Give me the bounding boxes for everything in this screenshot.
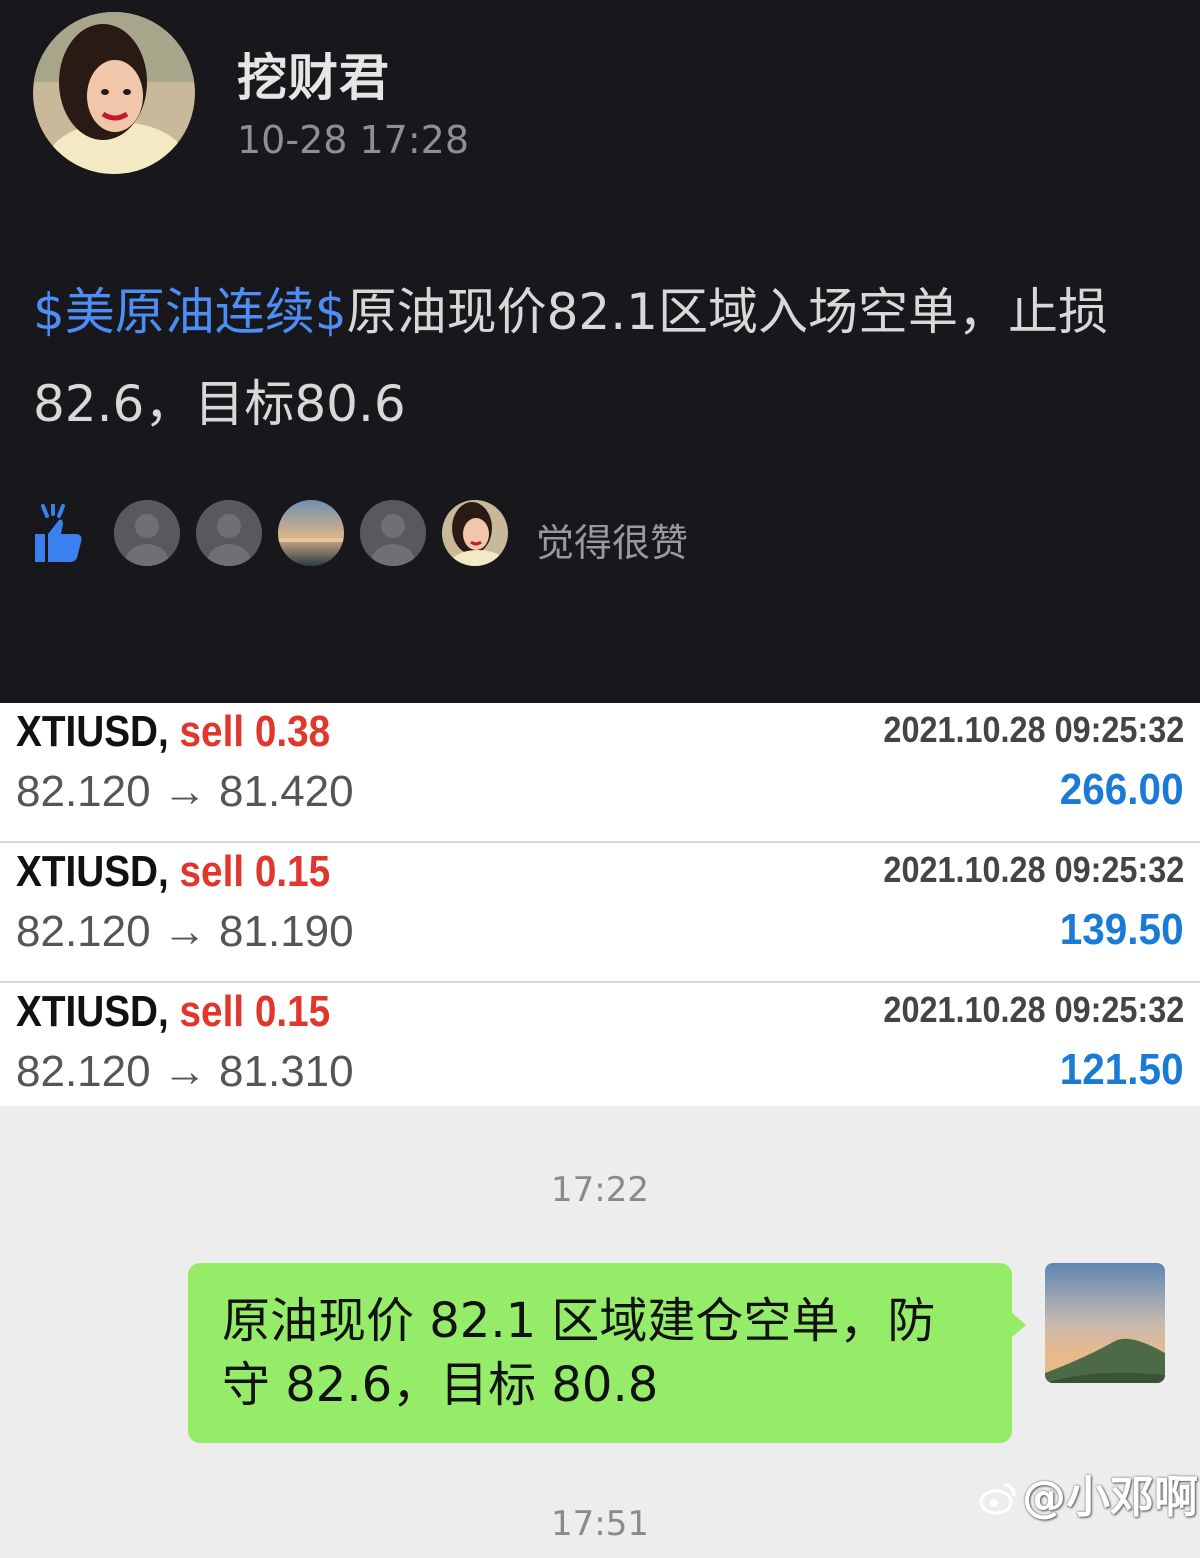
post-text: $美原油连续$原油现价82.1区域入场空单，止损82.6，目标80.6 [33,266,1163,450]
chat-message-bubble[interactable]: 原油现价 82.1 区域建仓空单，防守 82.6，目标 80.8 [188,1263,1012,1443]
trade-prices: 82.120 → 81.310 [16,1047,354,1096]
trade-history-list: XTIUSD, sell 0.38 2021.10.28 09:25:32 82… [0,703,1200,1123]
chat-timestamp: 17:22 [551,1170,649,1210]
watermark: @小邓啊 [978,1461,1198,1525]
likes-row: 觉得很赞 [33,498,833,568]
chat-avatar[interactable] [1045,1263,1165,1383]
trade-symbol: XTIUSD, sell 0.15 [16,987,331,1036]
thumbs-up-icon[interactable] [33,502,85,564]
weibo-logo-icon [978,1478,1018,1518]
trade-profit: 266.00 [1060,765,1184,814]
liker-avatar[interactable] [360,500,426,566]
stock-tag-link[interactable]: $美原油连续$ [33,283,347,341]
trade-date: 2021.10.28 09:25:32 [883,849,1184,890]
trade-row[interactable]: XTIUSD, sell 0.15 2021.10.28 09:25:32 82… [0,983,1200,1123]
social-post: 挖财君 10-28 17:28 $美原油连续$原油现价82.1区域入场空单，止损… [0,0,1200,703]
trade-row[interactable]: XTIUSD, sell 0.38 2021.10.28 09:25:32 82… [0,703,1200,843]
trade-prices: 82.120 → 81.190 [16,907,354,956]
author-name[interactable]: 挖财君 [237,38,390,110]
trade-row[interactable]: XTIUSD, sell 0.15 2021.10.28 09:25:32 82… [0,843,1200,983]
chat-area: 17:22 原油现价 82.1 区域建仓空单，防守 82.6，目标 80.8 1… [0,1106,1200,1558]
trade-side: sell 0.38 [179,707,331,756]
trade-date: 2021.10.28 09:25:32 [883,989,1184,1030]
trade-date: 2021.10.28 09:25:32 [883,709,1184,750]
bubble-tail [1010,1311,1026,1339]
trade-side: sell 0.15 [179,987,331,1036]
liker-avatar[interactable] [278,500,344,566]
trade-symbol: XTIUSD, sell 0.15 [16,847,331,896]
trade-prices: 82.120 → 81.420 [16,767,354,816]
liker-avatar[interactable] [114,500,180,566]
post-timestamp: 10-28 17:28 [237,118,470,162]
liker-avatar[interactable] [196,500,262,566]
trade-side: sell 0.15 [179,847,331,896]
author-avatar[interactable] [33,12,195,174]
trade-profit: 121.50 [1060,1045,1184,1094]
watermark-text: @小邓啊 [1022,1472,1198,1523]
trade-symbol: XTIUSD, sell 0.38 [16,707,331,756]
liker-avatar[interactable] [442,500,508,566]
likes-label[interactable]: 觉得很赞 [536,512,688,567]
trade-profit: 139.50 [1060,905,1184,954]
